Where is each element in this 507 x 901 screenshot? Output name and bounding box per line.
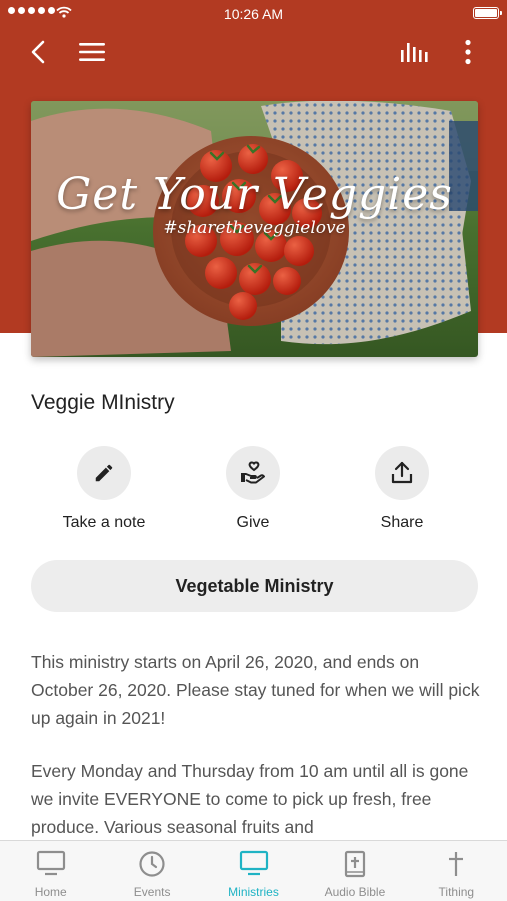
share-icon <box>391 461 413 484</box>
back-button[interactable] <box>20 34 56 70</box>
more-vertical-icon <box>465 39 471 65</box>
status-bar: 10:26 AM <box>0 0 507 28</box>
audio-levels-button[interactable] <box>396 34 432 70</box>
description-paragraph: This ministry starts on April 26, 2020, … <box>31 652 480 728</box>
take-a-note-button[interactable]: Take a note <box>44 446 164 532</box>
share-label: Share <box>380 514 424 531</box>
equalizer-icon <box>401 43 428 62</box>
tab-events-label: Events <box>133 885 171 899</box>
share-button[interactable]: Share <box>342 446 462 532</box>
give-circle <box>226 446 280 500</box>
tv-icon <box>239 850 268 876</box>
menu-button[interactable] <box>74 34 110 70</box>
bible-icon <box>344 850 366 878</box>
tab-tithing[interactable]: Tithing <box>406 841 507 901</box>
hero-hashtag: #sharetheveggielove <box>163 218 346 238</box>
tab-home-label: Home <box>34 885 67 899</box>
tab-ministries[interactable]: Ministries <box>203 841 304 901</box>
page-title: Veggie MInistry <box>31 391 175 414</box>
battery-icon <box>473 7 502 19</box>
tab-home[interactable]: Home <box>0 841 101 901</box>
tv-icon <box>36 850 65 876</box>
description-paragraph: Every Monday and Thursday from 10 am unt… <box>31 761 469 837</box>
take-a-note-circle <box>77 446 131 500</box>
chevron-left-icon <box>31 40 45 64</box>
pencil-icon <box>95 464 113 482</box>
take-a-note-label: Take a note <box>62 514 146 531</box>
give-heart-hand-icon <box>241 461 265 484</box>
status-time: 10:26 AM <box>223 6 284 22</box>
cross-icon <box>449 852 464 876</box>
tab-events[interactable]: Events <box>101 841 202 901</box>
share-circle <box>375 446 429 500</box>
tab-audio-bible-label: Audio Bible <box>324 885 386 899</box>
clock-icon <box>139 851 165 877</box>
hero-image: Get Your Veggies #sharetheveggielove <box>31 101 478 357</box>
hero-title: Get Your Veggies <box>56 169 453 220</box>
give-button[interactable]: Give <box>193 446 313 532</box>
hamburger-icon <box>79 43 105 61</box>
bottom-tab-bar: Home Events Ministries Audio Bible Tithi… <box>0 840 507 901</box>
tab-ministries-label: Ministries <box>228 885 279 899</box>
more-options-button[interactable] <box>450 34 486 70</box>
tab-audio-bible[interactable]: Audio Bible <box>304 841 405 901</box>
vegetable-ministry-button[interactable]: Vegetable Ministry <box>31 560 478 612</box>
tab-tithing-label: Tithing <box>438 885 475 899</box>
give-label: Give <box>236 514 270 531</box>
